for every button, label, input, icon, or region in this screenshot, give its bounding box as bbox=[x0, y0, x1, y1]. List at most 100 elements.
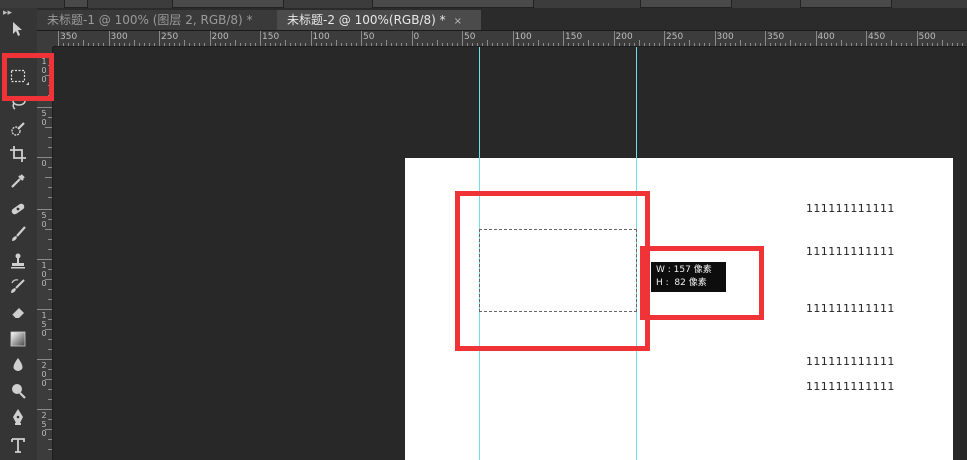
ruler-label: 300 bbox=[716, 32, 734, 42]
options-bar-control[interactable] bbox=[172, 0, 284, 8]
crop-tool[interactable] bbox=[5, 143, 31, 165]
ruler-tick bbox=[37, 157, 52, 158]
close-icon[interactable]: × bbox=[454, 16, 462, 27]
options-bar-control[interactable] bbox=[64, 0, 88, 8]
ruler-tick bbox=[951, 43, 953, 46]
ruler-tick bbox=[98, 43, 100, 46]
ruler-tick bbox=[729, 43, 731, 46]
ruler-tick bbox=[416, 43, 418, 46]
ruler-tick bbox=[669, 43, 671, 46]
ruler-tick bbox=[219, 43, 221, 46]
ruler-tick bbox=[436, 40, 438, 46]
ruler-tick bbox=[48, 299, 52, 300]
options-bar-control[interactable] bbox=[372, 0, 534, 8]
history-brush-tool[interactable] bbox=[5, 276, 31, 298]
ruler-tick bbox=[598, 43, 600, 46]
ruler-tick bbox=[961, 43, 963, 46]
brush-tool-icon bbox=[12, 226, 26, 241]
ruler-tick bbox=[557, 43, 559, 46]
ruler-origin[interactable] bbox=[37, 31, 54, 48]
ruler-tick bbox=[249, 43, 251, 46]
ruler-tick bbox=[593, 43, 595, 46]
eyedropper-tool[interactable] bbox=[5, 170, 31, 192]
ruler-tick bbox=[472, 43, 474, 46]
ruler-tick bbox=[638, 40, 640, 46]
ruler-tick bbox=[199, 43, 201, 46]
tab-untitled-2[interactable]: 未标题-2 @ 100%(RGB/8) * × bbox=[277, 10, 481, 30]
ruler-tick bbox=[694, 43, 696, 46]
highlight-selection-area bbox=[455, 191, 650, 351]
brush-tool[interactable] bbox=[5, 223, 31, 245]
ruler-tick bbox=[658, 43, 660, 46]
ruler-tick bbox=[744, 43, 746, 46]
ruler-tick bbox=[648, 43, 650, 46]
healing-brush-tool[interactable] bbox=[5, 198, 31, 220]
gradient-tool[interactable] bbox=[5, 328, 31, 350]
ruler-tick bbox=[45, 329, 52, 330]
ruler-tick bbox=[48, 249, 52, 250]
ruler-tick bbox=[820, 43, 822, 46]
tab-label: 未标题-1 @ 100% (图层 2, RGB/8) * bbox=[47, 13, 253, 27]
ruler-tick bbox=[63, 43, 65, 46]
ruler-tick bbox=[295, 43, 297, 46]
ruler-tick bbox=[37, 409, 52, 410]
ruler-tick bbox=[37, 209, 52, 210]
ruler-tick bbox=[881, 43, 883, 46]
quick-selection-tool[interactable] bbox=[5, 118, 31, 140]
ruler-tick bbox=[795, 43, 797, 46]
ruler-tick bbox=[270, 43, 272, 46]
ruler-tick bbox=[83, 40, 85, 46]
options-bar-control[interactable] bbox=[640, 0, 732, 8]
highlight-size-tooltip bbox=[640, 246, 764, 320]
ruler-tick bbox=[785, 43, 787, 46]
horizontal-ruler[interactable]: 350 300 250 200 150 100 50 0 50 100 150 200 250 300 35… bbox=[53, 31, 967, 47]
ruler-tick bbox=[229, 43, 231, 46]
ruler-tick bbox=[871, 43, 873, 46]
ruler-tick bbox=[911, 43, 913, 46]
ruler-tick bbox=[48, 419, 52, 420]
tab-untitled-1[interactable]: 未标题-1 @ 100% (图层 2, RGB/8) * bbox=[37, 10, 289, 30]
ruler-tick bbox=[48, 289, 52, 290]
vertical-ruler[interactable]: 1 0 05 005 01 0 01 5 02 0 02 5 0 bbox=[37, 47, 53, 460]
options-bar-control[interactable] bbox=[800, 0, 892, 8]
dodge-tool[interactable] bbox=[5, 380, 31, 402]
ruler-tick bbox=[931, 43, 933, 46]
ruler-label: 200 bbox=[615, 32, 633, 42]
ruler-tick bbox=[724, 43, 726, 46]
ruler-tick bbox=[73, 43, 75, 46]
ruler-tick bbox=[512, 31, 514, 46]
ruler-tick bbox=[128, 43, 130, 46]
ruler-label: 0 bbox=[413, 32, 420, 42]
ruler-tick bbox=[578, 43, 580, 46]
clone-stamp-tool-icon bbox=[11, 253, 25, 269]
tab-label: 未标题-2 @ 100%(RGB/8) * bbox=[287, 13, 446, 27]
ruler-tick bbox=[214, 43, 216, 46]
ruler-tick bbox=[426, 43, 428, 46]
clone-stamp-tool[interactable] bbox=[5, 250, 31, 272]
ruler-tick bbox=[37, 259, 52, 260]
type-tool[interactable] bbox=[5, 434, 31, 456]
ruler-tick bbox=[446, 43, 448, 46]
ruler-tick bbox=[810, 43, 812, 46]
blur-tool[interactable] bbox=[5, 354, 31, 376]
ruler-tick bbox=[421, 43, 423, 46]
ruler-tick bbox=[840, 40, 842, 46]
type-tool-icon bbox=[11, 438, 25, 453]
ruler-tick bbox=[371, 43, 373, 46]
ruler-tick bbox=[194, 43, 196, 46]
ruler-tick bbox=[315, 43, 317, 46]
pen-tool[interactable] bbox=[5, 406, 31, 428]
panel-collapse-icon[interactable]: ▸▸ bbox=[3, 8, 12, 18]
eyedropper-tool-icon bbox=[11, 174, 25, 188]
dodge-tool-icon bbox=[12, 384, 26, 399]
ruler-tick bbox=[234, 40, 236, 46]
ruler-label: 350 bbox=[60, 32, 78, 42]
ruler-tick bbox=[48, 187, 52, 188]
ruler-tick bbox=[563, 31, 564, 46]
ruler-tick bbox=[765, 31, 766, 46]
ruler-label: 500 bbox=[918, 32, 936, 42]
eraser-tool[interactable] bbox=[5, 301, 31, 323]
move-tool[interactable] bbox=[5, 18, 31, 40]
ruler-tick bbox=[956, 43, 958, 46]
ruler-tick bbox=[179, 43, 181, 46]
